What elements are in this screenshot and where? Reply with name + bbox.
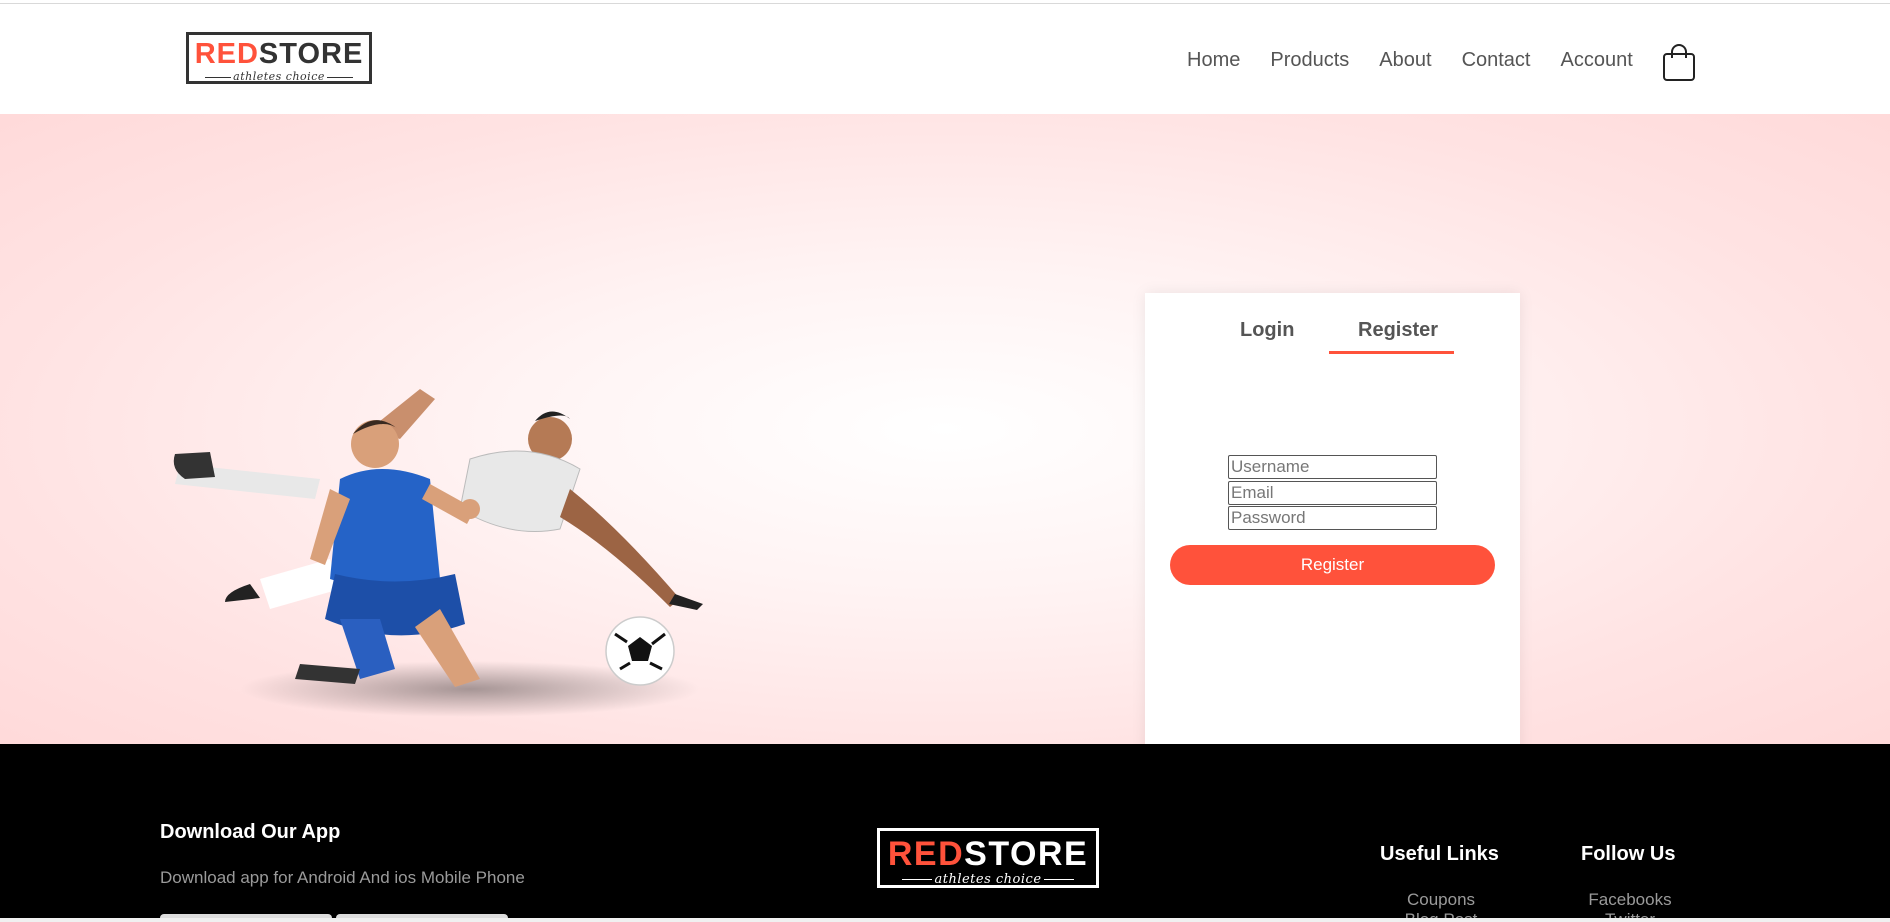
logo-tagline-row: athletes choice: [189, 70, 369, 83]
register-button[interactable]: Register: [1170, 545, 1495, 585]
main-nav: Home Products About Contact Account: [1187, 48, 1663, 72]
footer-logo[interactable]: REDSTORE athletes choice: [877, 828, 1099, 888]
follow-us-title: Follow Us: [1581, 843, 1676, 865]
hero-section: Login Register Register: [0, 114, 1890, 793]
footer-tagline-rule-right: [1043, 879, 1074, 880]
site-footer: Download Our App Download app for Androi…: [0, 744, 1890, 922]
footer-logo-tagline: athletes choice: [934, 872, 1042, 887]
email-input[interactable]: [1228, 481, 1437, 505]
nav-home-link[interactable]: Home: [1187, 48, 1240, 72]
soccer-players-image: [170, 369, 770, 719]
auth-form-card: Login Register Register: [1145, 293, 1520, 793]
tagline-rule-right: [326, 76, 353, 78]
footer-logo-brand-red: RED: [887, 835, 965, 873]
password-input[interactable]: [1228, 506, 1437, 530]
useful-link-coupons[interactable]: Coupons: [1376, 890, 1506, 910]
bottom-border: [0, 918, 1890, 922]
useful-links-title: Useful Links: [1380, 843, 1499, 865]
logo-tagline: athletes choice: [233, 70, 325, 83]
footer-logo-brand-white: STORE: [964, 835, 1089, 873]
shopping-bag-icon[interactable]: [1662, 42, 1696, 82]
nav-products-link[interactable]: Products: [1270, 48, 1349, 72]
header-logo[interactable]: REDSTORE athletes choice: [186, 32, 372, 84]
site-header: REDSTORE athletes choice Home Products A…: [0, 4, 1890, 114]
tab-register[interactable]: Register: [1358, 319, 1438, 342]
tab-login[interactable]: Login: [1240, 319, 1294, 342]
logo-wordmark: REDSTORE: [189, 38, 369, 70]
active-tab-indicator: [1329, 351, 1454, 354]
username-input[interactable]: [1228, 455, 1437, 479]
tagline-rule-left: [205, 76, 232, 78]
logo-brand-red: RED: [194, 38, 259, 70]
download-app-text: Download app for Android And ios Mobile …: [160, 868, 525, 887]
footer-logo-wordmark: REDSTORE: [880, 837, 1096, 871]
nav-about-link[interactable]: About: [1379, 48, 1431, 72]
nav-account-link[interactable]: Account: [1561, 48, 1633, 72]
footer-tagline-rule-left: [902, 879, 933, 880]
nav-contact-link[interactable]: Contact: [1462, 48, 1531, 72]
download-app-title: Download Our App: [160, 821, 341, 843]
follow-link-facebook[interactable]: Facebooks: [1565, 890, 1695, 910]
footer-logo-tagline-row: athletes choice: [880, 872, 1096, 887]
logo-brand-dark: STORE: [258, 38, 364, 70]
